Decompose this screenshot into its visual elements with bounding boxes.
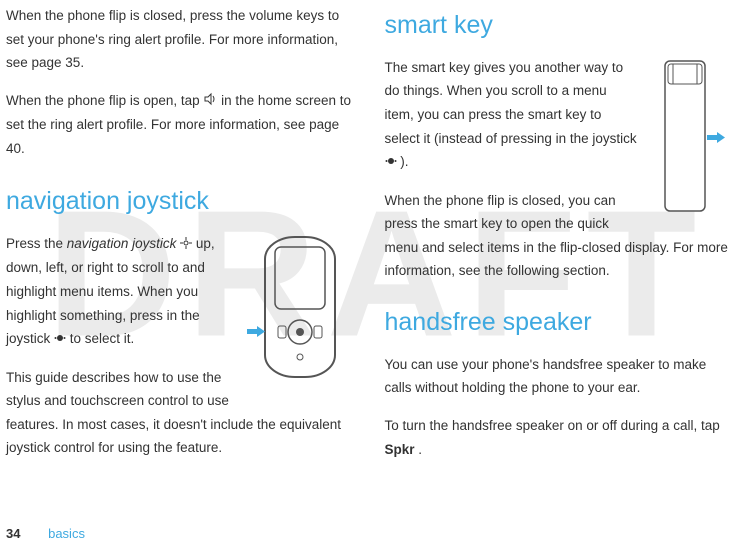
speaker-icon	[203, 90, 217, 114]
joystick-cross-icon	[180, 233, 192, 257]
left-column: When the phone flip is closed, press the…	[6, 4, 355, 475]
joystick-center-icon	[54, 328, 66, 352]
paragraph: To turn the handsfree speaker on or off …	[385, 414, 734, 461]
paragraph: When the phone flip is closed, press the…	[6, 4, 355, 75]
heading-navigation-joystick: navigation joystick	[6, 180, 355, 224]
joystick-center-icon	[385, 151, 397, 175]
section-label: basics	[48, 526, 85, 541]
heading-handsfree-speaker: handsfree speaker	[385, 301, 734, 345]
right-column: smart key The smart key gives you anothe…	[385, 4, 734, 475]
paragraph: When the phone flip is open, tap in the …	[6, 89, 355, 161]
text: To turn the handsfree speaker on or off …	[385, 418, 720, 433]
page-footer: 34 basics	[6, 526, 85, 541]
text: ).	[400, 154, 408, 169]
heading-smart-key: smart key	[385, 4, 734, 48]
text: .	[418, 442, 422, 457]
paragraph: You can use your phone's handsfree speak…	[385, 353, 734, 400]
phone-side-illustration	[643, 56, 733, 224]
text: The smart key gives you another way to d…	[385, 60, 637, 146]
text: to select it.	[70, 331, 135, 346]
text: Press the	[6, 236, 67, 251]
bold-text: Spkr	[385, 442, 415, 457]
text: When the phone flip is open, tap	[6, 93, 203, 108]
italic-text: navigation joystick	[67, 236, 177, 251]
page-number: 34	[6, 526, 20, 541]
page-content: When the phone flip is closed, press the…	[6, 4, 733, 475]
phone-illustration	[245, 232, 355, 390]
